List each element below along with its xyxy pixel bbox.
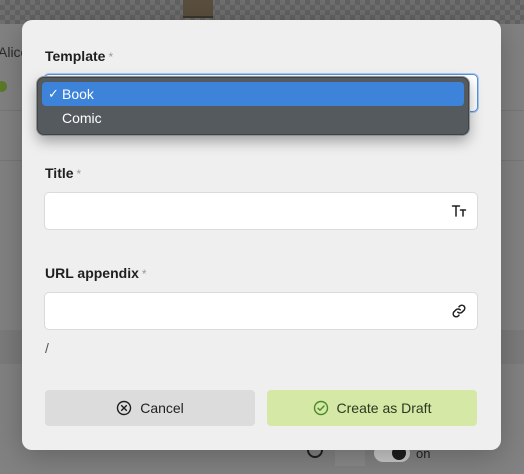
create-as-draft-button[interactable]: Create as Draft (267, 390, 477, 426)
template-option-comic[interactable]: Comic (42, 106, 464, 130)
url-appendix-label: URL appendix * (45, 265, 147, 281)
title-input[interactable] (44, 192, 478, 230)
template-label: Template * (45, 48, 114, 64)
required-mark: * (76, 167, 82, 181)
cancel-button[interactable]: Cancel (45, 390, 255, 426)
option-label: Comic (62, 110, 102, 126)
create-button-label: Create as Draft (336, 400, 432, 416)
background-thumbnail (183, 0, 213, 18)
template-dropdown-menu: ✓ Book Comic (37, 77, 469, 135)
link-icon (451, 303, 467, 319)
url-prefix: / (45, 340, 49, 356)
required-mark: * (108, 50, 114, 64)
title-label: Title * (45, 165, 82, 181)
check-circle-icon (313, 400, 329, 416)
option-label: Book (62, 86, 94, 102)
url-appendix-input[interactable] (44, 292, 478, 330)
template-option-book[interactable]: ✓ Book (42, 82, 464, 106)
cancel-button-label: Cancel (140, 400, 184, 416)
required-mark: * (141, 267, 147, 281)
text-size-icon (451, 203, 467, 219)
checkmark-icon: ✓ (48, 86, 59, 101)
cancel-circle-icon (116, 400, 132, 416)
